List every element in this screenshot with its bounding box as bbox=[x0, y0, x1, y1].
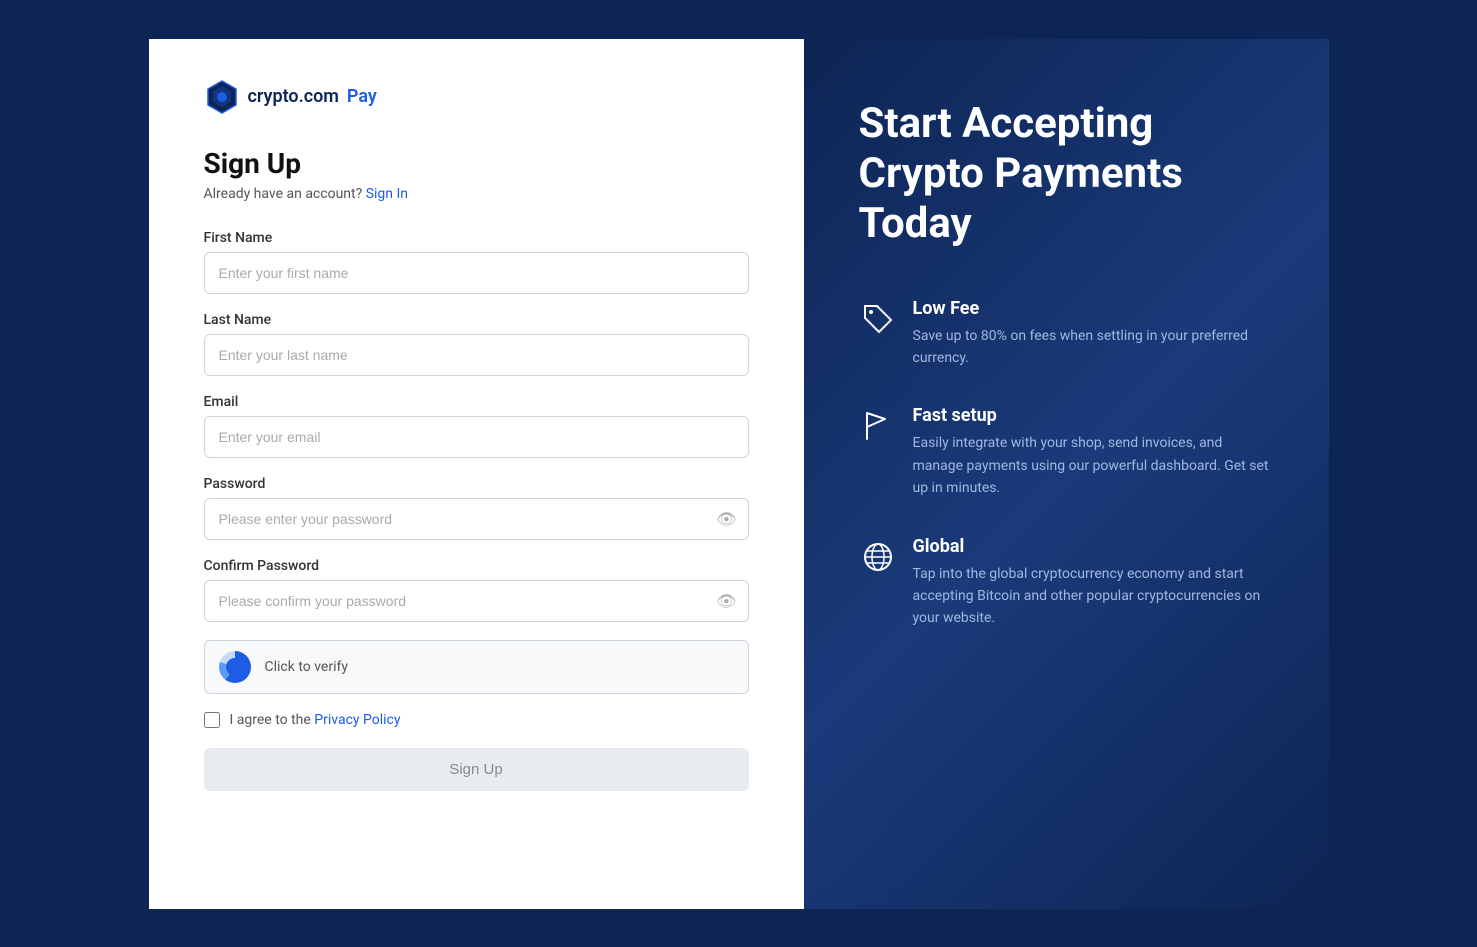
signup-button[interactable]: Sign Up bbox=[204, 748, 749, 791]
feature-low-fee-desc: Save up to 80% on fees when settling in … bbox=[913, 325, 1274, 370]
password-label: Password bbox=[204, 476, 749, 492]
right-panel: Start Accepting Crypto Payments Today Lo… bbox=[804, 39, 1329, 909]
verify-widget[interactable]: Click to verify bbox=[204, 640, 749, 694]
left-panel: crypto.com Pay Sign Up Already have an a… bbox=[149, 39, 804, 909]
logo-text-pay: Pay bbox=[347, 86, 377, 107]
flag-icon bbox=[859, 407, 897, 445]
privacy-checkbox-row: I agree to the Privacy Policy bbox=[204, 712, 749, 728]
password-toggle-icon[interactable]: 👁 bbox=[716, 509, 736, 528]
feature-low-fee: Low Fee Save up to 80% on fees when sett… bbox=[859, 298, 1274, 370]
right-heading: Start Accepting Crypto Payments Today bbox=[859, 99, 1274, 250]
last-name-input[interactable] bbox=[204, 334, 749, 376]
feature-fast-setup-content: Fast setup Easily integrate with your sh… bbox=[913, 405, 1274, 499]
feature-low-fee-content: Low Fee Save up to 80% on fees when sett… bbox=[913, 298, 1274, 370]
verify-label: Click to verify bbox=[265, 659, 348, 675]
feature-global-title: Global bbox=[913, 536, 1274, 557]
last-name-label: Last Name bbox=[204, 312, 749, 328]
feature-fast-setup-title: Fast setup bbox=[913, 405, 1274, 426]
privacy-checkbox[interactable] bbox=[204, 712, 220, 728]
crypto-logo-icon bbox=[204, 79, 240, 115]
confirm-password-label: Confirm Password bbox=[204, 558, 749, 574]
password-input-wrapper: 👁 bbox=[204, 498, 749, 540]
page-container: crypto.com Pay Sign Up Already have an a… bbox=[149, 39, 1329, 909]
email-group: Email bbox=[204, 394, 749, 458]
first-name-group: First Name bbox=[204, 230, 749, 294]
feature-global-desc: Tap into the global cryptocurrency econo… bbox=[913, 563, 1274, 630]
logo-text-main: crypto.com bbox=[248, 86, 339, 107]
feature-global: Global Tap into the global cryptocurrenc… bbox=[859, 536, 1274, 630]
page-title: Sign Up bbox=[204, 147, 749, 180]
first-name-label: First Name bbox=[204, 230, 749, 246]
privacy-policy-link[interactable]: Privacy Policy bbox=[314, 712, 400, 728]
email-label: Email bbox=[204, 394, 749, 410]
feature-fast-setup: Fast setup Easily integrate with your sh… bbox=[859, 405, 1274, 499]
tag-icon bbox=[859, 300, 897, 338]
password-input[interactable] bbox=[204, 498, 749, 540]
logo-area: crypto.com Pay bbox=[204, 79, 749, 115]
agree-text: I agree to the Privacy Policy bbox=[230, 712, 401, 728]
last-name-group: Last Name bbox=[204, 312, 749, 376]
already-account-text: Already have an account? Sign In bbox=[204, 186, 749, 202]
password-group: Password 👁 bbox=[204, 476, 749, 540]
verify-spinner-inner bbox=[226, 658, 244, 676]
globe-icon bbox=[859, 538, 897, 576]
confirm-password-group: Confirm Password 👁 bbox=[204, 558, 749, 622]
feature-fast-setup-desc: Easily integrate with your shop, send in… bbox=[913, 432, 1274, 499]
sign-in-link[interactable]: Sign In bbox=[366, 186, 408, 202]
feature-global-content: Global Tap into the global cryptocurrenc… bbox=[913, 536, 1274, 630]
confirm-password-input-wrapper: 👁 bbox=[204, 580, 749, 622]
confirm-password-toggle-icon[interactable]: 👁 bbox=[716, 591, 736, 610]
verify-spinner bbox=[219, 651, 251, 683]
first-name-input[interactable] bbox=[204, 252, 749, 294]
confirm-password-input[interactable] bbox=[204, 580, 749, 622]
feature-low-fee-title: Low Fee bbox=[913, 298, 1274, 319]
email-input[interactable] bbox=[204, 416, 749, 458]
